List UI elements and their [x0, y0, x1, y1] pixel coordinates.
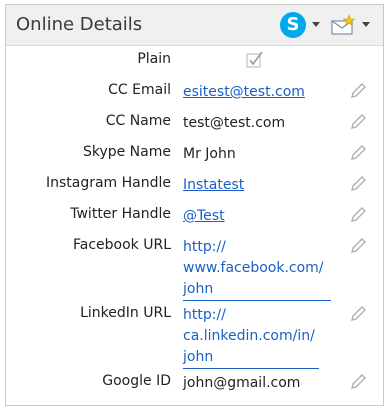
linkedin-link-line[interactable]: ca.linkedin.com/in/	[183, 326, 331, 347]
linkedin-link-line[interactable]: http://	[183, 305, 331, 326]
label-skype-name: Skype Name	[82, 144, 171, 160]
google-id-value: john@gmail.com	[183, 375, 301, 391]
label-twitter: Twitter Handle	[70, 206, 171, 222]
pencil-icon[interactable]	[349, 206, 367, 224]
label-cc-name: CC Name	[105, 113, 171, 129]
label-facebook: Facebook URL	[72, 237, 171, 253]
linkedin-link[interactable]: http:// ca.linkedin.com/in/ john	[183, 305, 331, 369]
pencil-icon[interactable]	[349, 373, 367, 391]
twitter-link[interactable]: @Test	[183, 206, 225, 226]
panel-title: Online Details	[16, 14, 143, 35]
label-plain: Plain	[137, 51, 171, 67]
pencil-icon[interactable]	[349, 305, 367, 323]
plain-checkbox[interactable]	[246, 51, 264, 69]
mail-dropdown-caret[interactable]	[362, 22, 370, 27]
skype-dropdown-caret[interactable]	[312, 22, 320, 27]
cc-name-value: test@test.com	[183, 115, 286, 131]
panel-header: Online Details S	[6, 5, 383, 46]
label-cc-email: CC Email	[108, 82, 171, 98]
facebook-link[interactable]: http:// www.facebook.com/ john	[183, 237, 331, 301]
pencil-icon[interactable]	[349, 144, 367, 162]
linkedin-link-line[interactable]: john	[183, 347, 319, 369]
skype-name-value: Mr John	[183, 146, 236, 162]
instagram-link[interactable]: Instatest	[183, 175, 244, 195]
pencil-icon[interactable]	[349, 82, 367, 100]
facebook-link-line[interactable]: http://	[183, 237, 331, 258]
facebook-link-line[interactable]: john	[183, 279, 331, 301]
skype-icon[interactable]: S	[280, 12, 306, 38]
cc-email-link[interactable]: esitest@test.com	[183, 82, 305, 102]
pencil-icon[interactable]	[349, 113, 367, 131]
mail-star-icon[interactable]	[331, 14, 355, 36]
label-google-id: Google ID	[102, 373, 171, 389]
pencil-icon[interactable]	[349, 175, 367, 193]
label-instagram: Instagram Handle	[45, 175, 171, 191]
online-details-panel: Online Details S Plain CC Email esitest@…	[5, 4, 384, 406]
label-linkedin: LinkedIn URL	[80, 305, 171, 321]
pencil-icon[interactable]	[349, 237, 367, 255]
facebook-link-line[interactable]: www.facebook.com/	[183, 258, 331, 279]
